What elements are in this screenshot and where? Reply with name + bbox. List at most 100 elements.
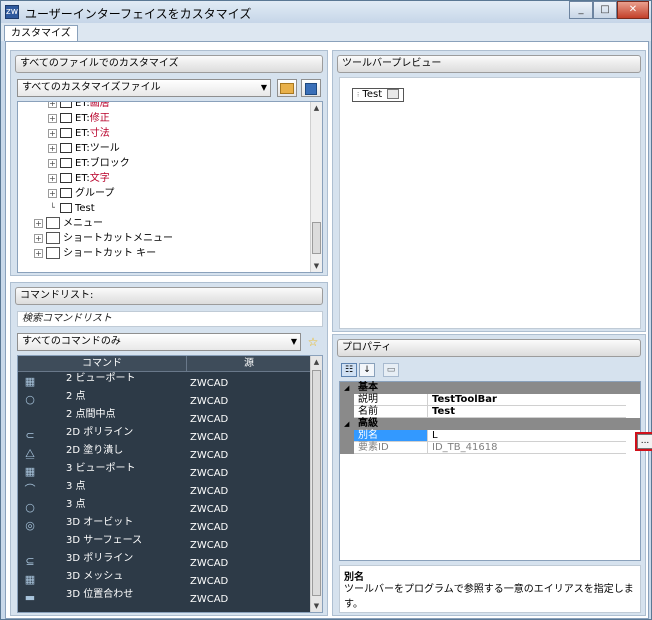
toolbar-preview-header[interactable]: ツールバープレビュー <box>337 55 641 73</box>
categorized-view-button[interactable]: ☷ <box>341 363 357 377</box>
files-combo[interactable]: すべてのカスタマイズファイル ▼ <box>17 79 271 97</box>
command-icon <box>24 412 36 424</box>
property-value[interactable]: ID_TB_41618 <box>428 442 626 454</box>
scroll-thumb[interactable] <box>312 222 321 254</box>
open-file-button[interactable] <box>277 79 297 97</box>
scroll-down-icon[interactable]: ▼ <box>311 600 322 612</box>
files-panel: すべてのファイルでのカスタマイズ すべてのカスタマイズファイル ▼ + ET:画層… <box>10 50 328 276</box>
command-icon: ▬ <box>24 591 36 604</box>
command-filter-combo[interactable]: すべてのコマンドのみ ▼ <box>17 333 301 351</box>
close-button[interactable]: ✕ <box>617 1 649 19</box>
command-list-scrollbar[interactable]: ▲ ▼ <box>310 356 322 612</box>
scroll-up-icon[interactable]: ▲ <box>311 102 322 114</box>
tree-node-toolbar[interactable]: + ET:画層 <box>48 102 110 111</box>
toolbar-icon <box>60 143 72 153</box>
customization-tree[interactable]: + ET:画層 + ET:修正 + ET:寸法 + ET:ツール + ET:ブロック + ET:文字 +… <box>17 101 323 273</box>
command-source: ZWCAD <box>190 432 229 443</box>
ellipsis-button[interactable]: ... <box>637 434 652 449</box>
command-row[interactable]: ⊂ 2D ポリライン ZWCAD <box>18 427 310 445</box>
property-grid[interactable]: ◢ 基本 説明 TestToolBar 名前 Test ◢ 高級 別名 L 要素ID ID_TB_41… <box>339 381 652 561</box>
property-category[interactable]: ◢ 基本 <box>340 382 640 394</box>
expand-icon[interactable]: + <box>48 158 57 168</box>
command-source: ZWCAD <box>190 594 229 605</box>
tree-node-toolbar[interactable]: + ET:寸法 <box>48 126 110 141</box>
property-value[interactable]: TestToolBar <box>428 394 626 406</box>
expand-icon[interactable]: └ <box>48 203 57 213</box>
files-panel-header[interactable]: すべてのファイルでのカスタマイズ <box>15 55 323 73</box>
tree-node-toolbar[interactable]: + ET:文字 <box>48 171 110 186</box>
toolbar-icon <box>60 113 72 123</box>
expand-icon[interactable]: + <box>34 233 43 243</box>
property-value[interactable]: Test <box>428 406 626 418</box>
property-row[interactable]: 説明 TestToolBar <box>340 394 640 406</box>
property-pages-button[interactable]: ▭ <box>383 363 399 377</box>
tree-node-label: Test <box>75 203 95 214</box>
command-list[interactable]: コマンド 源 ▦ 2 ビューポート ZWCAD ○ 2 点 ZWCAD 2 点間中点 ZWCA… <box>17 355 323 613</box>
title-bar[interactable]: zw ユーザーインターフェイスをカスタマイズ _ □ ✕ <box>1 1 651 23</box>
expand-icon[interactable]: + <box>48 128 57 138</box>
command-list-header[interactable]: コマンドリスト: <box>15 287 323 305</box>
tree-node-label: ET:寸法 <box>75 128 110 139</box>
command-row[interactable]: ⊆ 3D ポリライン ZWCAD <box>18 553 310 571</box>
expand-icon[interactable]: + <box>48 102 57 108</box>
minimize-button[interactable]: _ <box>569 1 593 19</box>
command-row[interactable]: ▦ 2 ビューポート ZWCAD <box>18 373 310 391</box>
files-combo-value: すべてのカスタマイズファイル <box>22 82 161 93</box>
scroll-up-icon[interactable]: ▲ <box>311 356 322 368</box>
toolbar-preview-panel: ツールバープレビュー ⁝ Test <box>332 50 646 332</box>
tree-node-root[interactable]: + ショートカット キー <box>34 246 156 261</box>
expand-icon[interactable]: + <box>34 218 43 228</box>
expand-icon[interactable]: + <box>48 188 57 198</box>
properties-header[interactable]: プロパティ <box>337 339 641 357</box>
expand-icon[interactable]: + <box>48 143 57 153</box>
command-row[interactable]: ○ 3 点 ZWCAD <box>18 499 310 517</box>
maximize-button[interactable]: □ <box>593 1 617 19</box>
command-source: ZWCAD <box>190 540 229 551</box>
command-row[interactable]: 3D サーフェース ZWCAD <box>18 535 310 553</box>
command-row[interactable]: ◎ 3D オービット ZWCAD <box>18 517 310 535</box>
command-row[interactable]: ▬ 3D 位置合わせ ZWCAD <box>18 589 310 607</box>
expand-icon[interactable]: + <box>34 248 43 258</box>
tree-node-label: ET:文字 <box>75 173 110 184</box>
tree-node-toolbar[interactable]: + ET:ブロック <box>48 156 130 171</box>
command-row[interactable]: ○ 2 点 ZWCAD <box>18 391 310 409</box>
tree-node-toolbar[interactable]: + ET:ツール <box>48 141 120 156</box>
command-search-input[interactable]: 検索コマンドリスト <box>17 311 323 327</box>
scroll-thumb[interactable] <box>312 370 321 596</box>
command-row[interactable]: ⧋ 2D 塗り潰し ZWCAD <box>18 445 310 463</box>
command-row[interactable]: ▦ 3 ビューポート ZWCAD <box>18 463 310 481</box>
save-file-button[interactable] <box>301 79 321 97</box>
property-value[interactable]: L <box>428 430 626 442</box>
property-row[interactable]: 名前 Test <box>340 406 640 418</box>
collapse-icon[interactable]: ◢ <box>344 382 349 394</box>
command-row[interactable]: 2 点間中点 ZWCAD <box>18 409 310 427</box>
preview-toolbar[interactable]: ⁝ Test <box>352 88 405 102</box>
expand-icon[interactable]: + <box>48 173 57 183</box>
column-header-command[interactable]: コマンド <box>18 356 186 372</box>
tree-node-root[interactable]: + ショートカットメニュー <box>34 231 173 246</box>
property-key: 要素ID <box>354 442 428 454</box>
command-row[interactable]: ▦ 3D メッシュ ZWCAD <box>18 571 310 589</box>
toolbar-icon <box>60 158 72 168</box>
tree-node-toolbar[interactable]: + グループ <box>48 186 114 201</box>
property-pages-icon: ▭ <box>386 365 396 375</box>
favorite-star-icon[interactable]: ☆ <box>305 334 321 350</box>
command-row[interactable]: ⌒ 3 点 ZWCAD <box>18 481 310 499</box>
command-source: ZWCAD <box>190 396 229 407</box>
property-category[interactable]: ◢ 高級 <box>340 418 640 430</box>
tree-node-toolbar[interactable]: + ET:修正 <box>48 111 110 126</box>
collapse-icon[interactable]: ◢ <box>344 418 349 430</box>
categorized-icon: ☷ <box>344 365 354 375</box>
column-header-source[interactable]: 源 <box>186 356 311 372</box>
tree-node-toolbar[interactable]: └ Test <box>48 201 95 216</box>
sort-alpha-button[interactable]: ↓ <box>359 363 375 377</box>
command-name: 2D ポリライン <box>66 427 134 438</box>
property-row[interactable]: 別名 L <box>340 430 640 442</box>
command-icon: ⧋ <box>25 447 35 460</box>
scroll-down-icon[interactable]: ▼ <box>311 260 322 272</box>
expand-icon[interactable]: + <box>48 113 57 123</box>
tab-customize[interactable]: カスタマイズ <box>4 25 78 41</box>
property-row[interactable]: 要素ID ID_TB_41618 <box>340 442 640 454</box>
tree-node-root[interactable]: + メニュー <box>34 216 103 231</box>
tree-scrollbar[interactable]: ▲ ▼ <box>310 102 322 272</box>
